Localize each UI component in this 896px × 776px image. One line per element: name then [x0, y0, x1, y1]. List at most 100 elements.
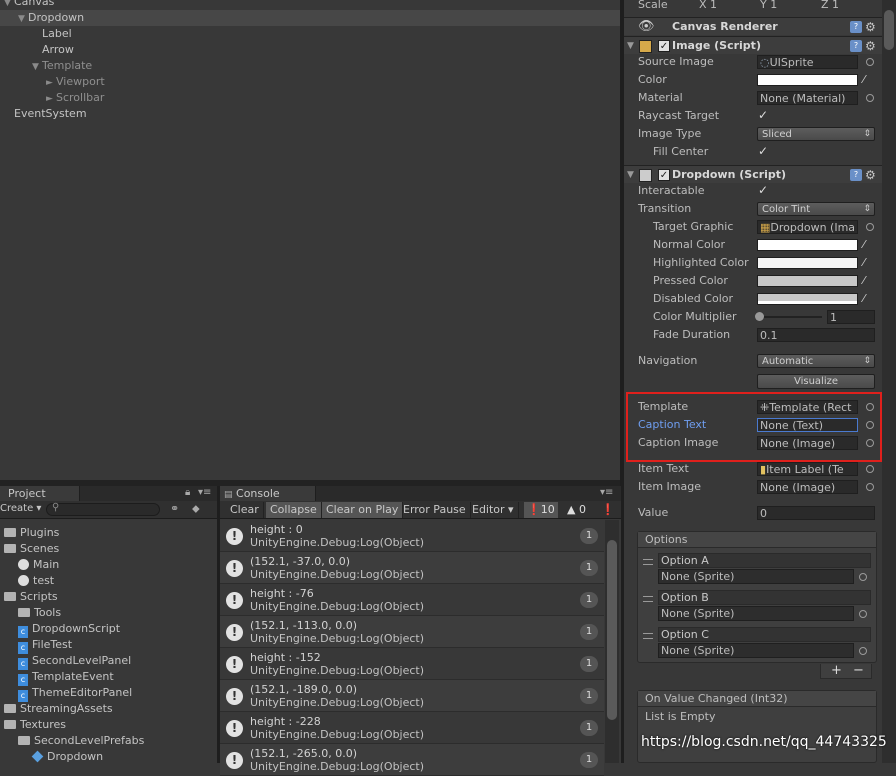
- multiplier-input[interactable]: 1: [827, 310, 875, 324]
- drag-handle-icon[interactable]: [643, 559, 653, 565]
- filter-type-icon[interactable]: ⚭: [170, 502, 179, 515]
- option-name-input[interactable]: Option C: [658, 627, 871, 642]
- eyedropper-icon[interactable]: ⁄: [863, 293, 875, 305]
- project-item[interactable]: Tools: [0, 605, 61, 621]
- object-picker-icon[interactable]: [866, 465, 874, 473]
- log-count-toggle[interactable]: ❗10: [524, 502, 558, 518]
- project-item[interactable]: Textures: [0, 717, 66, 733]
- value-input[interactable]: 0: [757, 506, 875, 520]
- warn-count-toggle[interactable]: ▲ 0: [564, 502, 589, 518]
- image-script-header[interactable]: ▼ ✓ Image (Script) ? ⚙: [624, 36, 882, 54]
- object-picker-icon[interactable]: [866, 483, 874, 491]
- item-text-field[interactable]: ▮Item Label (Te: [757, 462, 858, 476]
- eyedropper-icon[interactable]: ⁄: [863, 74, 875, 86]
- eyedropper-icon[interactable]: ⁄: [863, 239, 875, 251]
- scale-x[interactable]: X 1: [699, 0, 717, 14]
- disabled-color-field[interactable]: [757, 293, 858, 305]
- dropdown-script-header[interactable]: ▼ ✓ Dropdown (Script) ? ⚙: [624, 165, 882, 183]
- object-picker-icon[interactable]: [859, 573, 867, 581]
- add-option-button[interactable]: +: [831, 663, 842, 678]
- project-item[interactable]: Scenes: [0, 541, 59, 557]
- expand-arrow-icon[interactable]: ▼: [32, 59, 42, 75]
- drag-handle-icon[interactable]: [643, 633, 653, 639]
- project-item[interactable]: SecondLevelPrefabs: [0, 733, 144, 749]
- help-icon[interactable]: ?: [850, 21, 862, 33]
- material-field[interactable]: None (Material): [757, 91, 858, 105]
- navigation-dropdown[interactable]: Automatic: [757, 354, 875, 368]
- collapse-button[interactable]: Collapse: [266, 502, 322, 518]
- inspector-scrollbar[interactable]: [882, 0, 896, 763]
- scale-y[interactable]: Y 1: [760, 0, 777, 14]
- item-image-field[interactable]: None (Image): [757, 480, 858, 494]
- panel-menu-icon[interactable]: ▾≡: [198, 487, 211, 498]
- hierarchy-item[interactable]: EventSystem: [0, 106, 621, 122]
- image-type-dropdown[interactable]: Sliced: [757, 127, 875, 141]
- console-entry[interactable]: ! height : -228 UnityEngine.Debug:Log(Obje…: [220, 712, 604, 744]
- object-picker-icon[interactable]: [866, 223, 874, 231]
- console-entry[interactable]: ! (152.1, -189.0, 0.0) UnityEngine.Debug:L…: [220, 680, 604, 712]
- search-input[interactable]: ⚲: [46, 502, 160, 516]
- expand-arrow-icon[interactable]: ►: [46, 91, 56, 107]
- color-field[interactable]: [757, 74, 858, 86]
- hierarchy-item[interactable]: Label: [0, 26, 621, 42]
- filter-label-icon[interactable]: ⬥: [192, 502, 200, 516]
- clear-on-play-button[interactable]: Clear on Play: [322, 502, 404, 518]
- enabled-checkbox[interactable]: ✓: [658, 40, 670, 52]
- option-sprite-field[interactable]: None (Sprite): [658, 569, 854, 584]
- tab-console[interactable]: ▤ Console: [220, 486, 316, 501]
- object-picker-icon[interactable]: [859, 610, 867, 618]
- console-scrollbar-thumb[interactable]: [607, 540, 617, 720]
- visualize-button[interactable]: Visualize: [757, 374, 875, 389]
- target-graphic-field[interactable]: ▦Dropdown (Ima: [757, 220, 858, 234]
- lock-icon[interactable]: 🔒︎: [185, 487, 190, 498]
- option-name-input[interactable]: Option B: [658, 590, 871, 605]
- eyedropper-icon[interactable]: ⁄: [863, 257, 875, 269]
- console-entry[interactable]: ! (152.1, -265.0, 0.0) UnityEngine.Debug:L…: [220, 744, 604, 776]
- option-sprite-field[interactable]: None (Sprite): [658, 643, 854, 658]
- drag-handle-icon[interactable]: [643, 596, 653, 602]
- fill-center-checkbox[interactable]: ✓: [757, 145, 769, 158]
- fade-duration-input[interactable]: 0.1: [757, 328, 875, 342]
- error-pause-button[interactable]: Error Pause: [399, 502, 471, 518]
- hierarchy-item[interactable]: ▼ Dropdown: [0, 10, 621, 26]
- hierarchy-item[interactable]: ▼ Template: [0, 58, 621, 74]
- project-item[interactable]: Plugins: [0, 525, 59, 541]
- transition-dropdown[interactable]: Color Tint: [757, 202, 875, 216]
- raycast-checkbox[interactable]: ✓: [757, 109, 769, 122]
- project-item[interactable]: Main: [0, 557, 59, 573]
- gear-icon[interactable]: ⚙: [865, 18, 876, 36]
- highlighted-color-field[interactable]: [757, 257, 858, 269]
- editor-dropdown[interactable]: Editor ▾: [468, 502, 519, 518]
- inspector-scrollbar-thumb[interactable]: [884, 10, 894, 50]
- canvas-renderer-header[interactable]: 👁︎ Canvas Renderer ? ⚙: [624, 17, 882, 35]
- project-item[interactable]: c ThemeEditorPanel: [0, 685, 132, 702]
- project-item[interactable]: StreamingAssets: [0, 701, 113, 717]
- clear-button[interactable]: Clear: [226, 502, 264, 518]
- project-item[interactable]: test: [0, 573, 54, 589]
- help-icon[interactable]: ?: [850, 40, 862, 52]
- help-icon[interactable]: ?: [850, 169, 862, 181]
- console-entry[interactable]: ! (152.1, -113.0, 0.0) UnityEngine.Debug:L…: [220, 616, 604, 648]
- project-item[interactable]: c SecondLevelPanel: [0, 653, 131, 670]
- panel-menu-icon[interactable]: ▾≡: [600, 487, 613, 498]
- tab-project[interactable]: Project: [0, 486, 80, 501]
- option-name-input[interactable]: Option A: [658, 553, 871, 568]
- source-image-field[interactable]: ◌UISprite: [757, 55, 858, 69]
- multiplier-slider-knob[interactable]: [755, 312, 764, 321]
- eyedropper-icon[interactable]: ⁄: [863, 275, 875, 287]
- normal-color-field[interactable]: [757, 239, 858, 251]
- expand-arrow-icon[interactable]: ▼: [18, 11, 28, 27]
- project-item[interactable]: c TemplateEvent: [0, 669, 114, 686]
- console-entry[interactable]: ! (152.1, -37.0, 0.0) UnityEngine.Debug:Lo…: [220, 552, 604, 584]
- console-entry[interactable]: ! height : -152 UnityEngine.Debug:Log(Obje…: [220, 648, 604, 680]
- hierarchy-item[interactable]: ► Viewport: [0, 74, 621, 90]
- project-item[interactable]: Scripts: [0, 589, 58, 605]
- expand-arrow-icon[interactable]: ►: [46, 75, 56, 91]
- hierarchy-item[interactable]: Arrow: [0, 42, 621, 58]
- create-dropdown[interactable]: Create ▾: [0, 503, 41, 514]
- object-picker-icon[interactable]: [859, 647, 867, 655]
- console-entry[interactable]: ! height : -76 UnityEngine.Debug:Log(Objec…: [220, 584, 604, 616]
- multiplier-slider-track[interactable]: [757, 316, 822, 318]
- project-item[interactable]: c DropdownScript: [0, 621, 120, 638]
- error-count-toggle[interactable]: ❗: [598, 502, 618, 518]
